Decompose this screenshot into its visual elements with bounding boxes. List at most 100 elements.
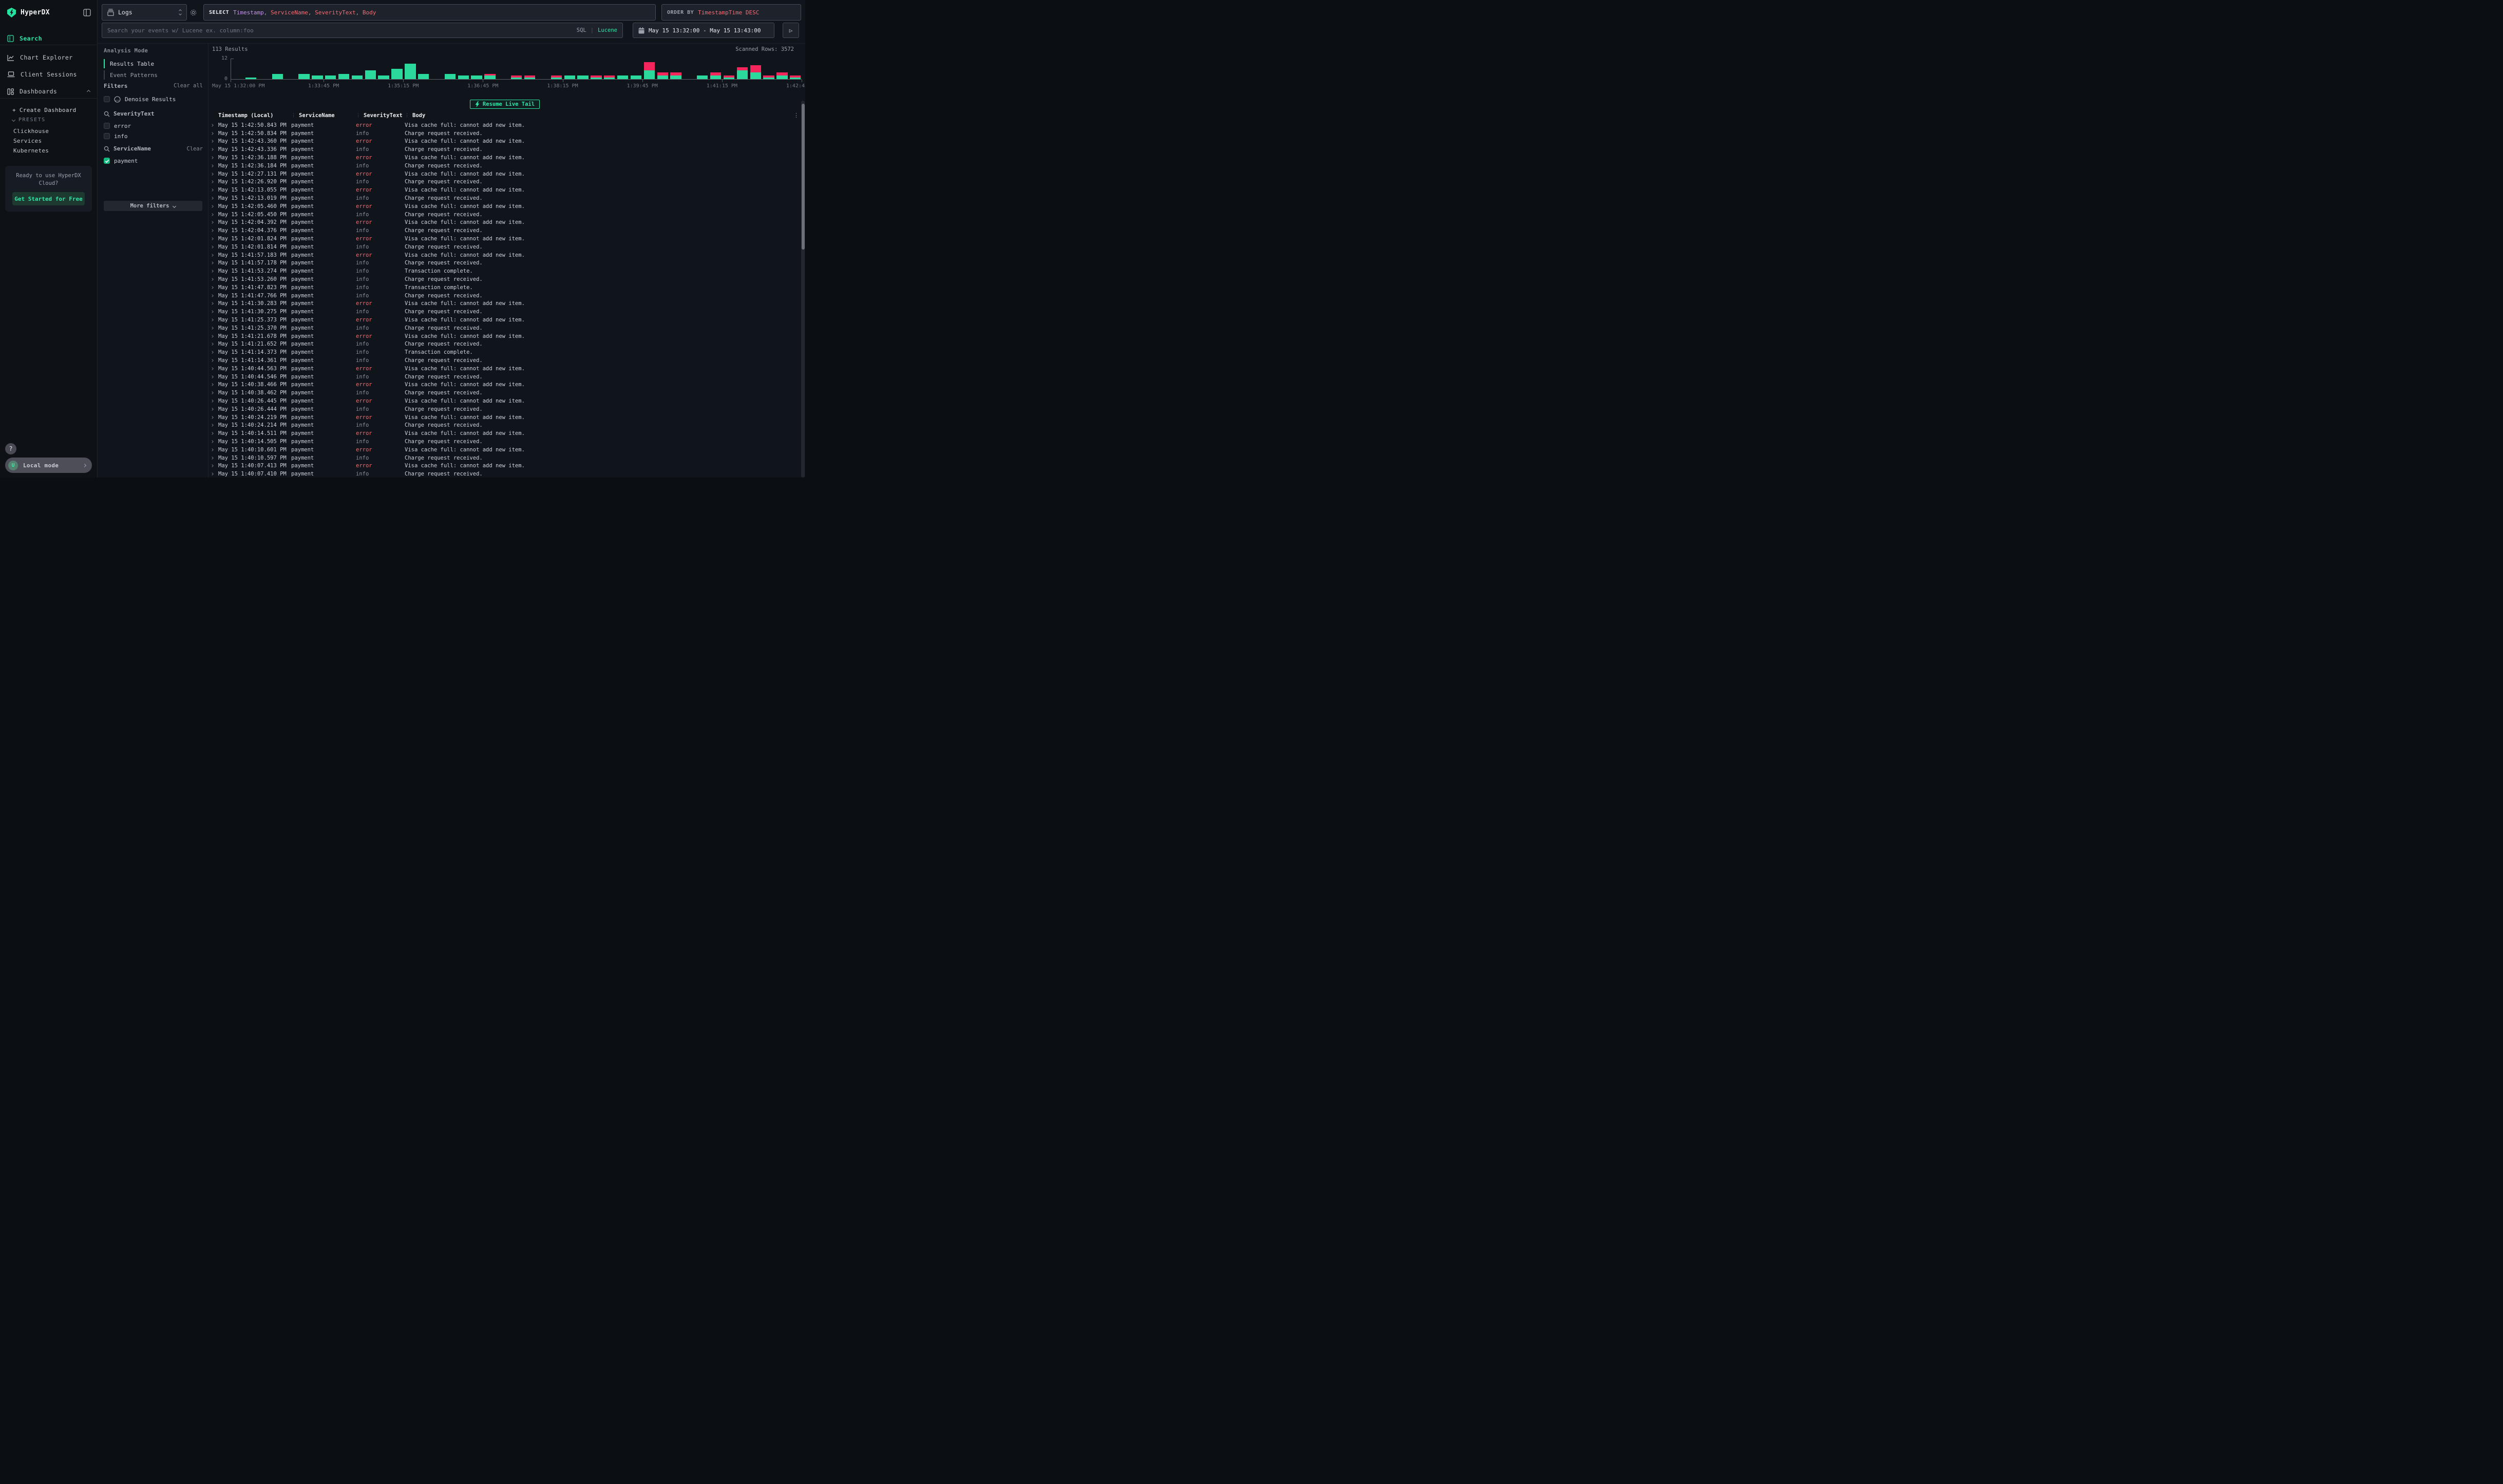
clear-all-button[interactable]: Clear all [174,83,203,89]
row-expand-icon[interactable] [211,205,214,208]
table-row[interactable]: May 15 1:42:13.055 PMpaymenterrorVisa ca… [210,186,795,194]
table-row[interactable]: May 15 1:42:50.843 PMpaymenterrorVisa ca… [210,121,795,129]
histogram-bar[interactable] [644,62,655,79]
row-expand-icon[interactable] [211,245,214,249]
row-expand-icon[interactable] [211,262,214,265]
row-expand-icon[interactable] [211,456,214,460]
histogram-bar[interactable] [312,75,323,79]
row-expand-icon[interactable] [211,367,214,370]
row-expand-icon[interactable] [211,384,214,387]
presets-toggle[interactable]: PRESETS [0,115,97,124]
row-expand-icon[interactable] [211,472,214,475]
table-row[interactable]: May 15 1:40:14.505 PMpaymentinfoCharge r… [210,437,795,446]
sidebar-item-chart-explorer[interactable]: Chart Explorer [0,51,97,64]
table-row[interactable]: May 15 1:40:26.444 PMpaymentinfoCharge r… [210,405,795,413]
row-expand-icon[interactable] [211,416,214,419]
table-row[interactable]: May 15 1:41:47.823 PMpaymentinfoTransact… [210,283,795,292]
histogram-bar[interactable] [511,75,522,79]
table-row[interactable]: May 15 1:40:07.410 PMpaymentinfoCharge r… [210,470,795,478]
sidebar-collapse-icon[interactable] [83,9,91,16]
denoise-checkbox[interactable] [104,96,110,102]
histogram-bar[interactable] [378,75,389,79]
histogram-bar[interactable] [298,74,309,79]
time-range-picker[interactable]: May 15 13:32:00 - May 15 13:43:00 [633,23,774,38]
table-row[interactable]: May 15 1:42:05.450 PMpaymentinfoCharge r… [210,211,795,219]
table-row[interactable]: May 15 1:40:44.546 PMpaymentinfoCharge r… [210,373,795,381]
histogram-bar[interactable] [365,70,376,79]
table-row[interactable]: May 15 1:41:14.361 PMpaymentinfoCharge r… [210,356,795,365]
sidebar-item-client-sessions[interactable]: Client Sessions [0,68,97,81]
gear-icon[interactable] [189,9,197,18]
row-expand-icon[interactable] [211,132,214,135]
row-expand-icon[interactable] [211,254,214,257]
table-row[interactable]: May 15 1:41:30.283 PMpaymenterrorVisa ca… [210,300,795,308]
table-row[interactable]: May 15 1:42:27.131 PMpaymenterrorVisa ca… [210,170,795,178]
table-row[interactable]: May 15 1:41:30.275 PMpaymentinfoCharge r… [210,308,795,316]
table-row[interactable]: May 15 1:41:57.178 PMpaymentinfoCharge r… [210,259,795,268]
histogram-bar[interactable] [338,74,349,79]
row-expand-icon[interactable] [211,408,214,411]
histogram-bar[interactable] [352,75,363,79]
row-expand-icon[interactable] [211,343,214,346]
denoise-checkbox-row[interactable]: Denoise Results [104,95,176,103]
col-drag-handle[interactable]: ⋮ [405,113,409,118]
row-expand-icon[interactable] [211,399,214,403]
table-row[interactable]: May 15 1:42:04.392 PMpaymenterrorVisa ca… [210,219,795,227]
row-expand-icon[interactable] [211,270,214,273]
histogram-bar[interactable] [551,75,562,79]
table-row[interactable]: May 15 1:41:25.373 PMpaymenterrorVisa ca… [210,316,795,324]
histogram-bar[interactable] [405,64,415,79]
histogram-bar[interactable] [631,75,641,79]
row-expand-icon[interactable] [211,173,214,176]
row-expand-icon[interactable] [211,221,214,224]
histogram-bar[interactable] [471,75,482,79]
histogram-bar[interactable] [591,75,601,79]
row-expand-icon[interactable] [211,432,214,435]
sidebar-item-search[interactable]: Search [0,32,97,45]
table-row[interactable]: May 15 1:40:10.597 PMpaymentinfoCharge r… [210,454,795,462]
sidebar-preset-item[interactable]: Clickhouse [0,126,97,136]
results-histogram[interactable]: 12 0 May 15 1:32:00 PM1:33:45 PM1:35:15 … [208,53,805,90]
search-input[interactable]: Search your events w/ Lucene ex. column:… [102,23,623,38]
more-filters-button[interactable]: More filters [104,201,202,211]
histogram-bar[interactable] [325,75,336,79]
table-row[interactable]: May 15 1:42:05.460 PMpaymenterrorVisa ca… [210,202,795,211]
row-expand-icon[interactable] [211,327,214,330]
histogram-bar[interactable] [564,75,575,79]
row-expand-icon[interactable] [211,140,214,143]
lucene-toggle[interactable]: Lucene [598,27,617,33]
scrollbar-thumb[interactable] [802,104,805,250]
row-expand-icon[interactable] [211,294,214,297]
error-checkbox[interactable] [104,123,110,129]
row-expand-icon[interactable] [211,310,214,313]
table-row[interactable]: May 15 1:41:53.274 PMpaymentinfoTransact… [210,267,795,275]
table-row[interactable]: May 15 1:42:43.336 PMpaymentinfoCharge r… [210,145,795,154]
scrollbar[interactable] [801,101,805,478]
table-row[interactable]: May 15 1:41:57.183 PMpaymenterrorVisa ca… [210,251,795,259]
sidebar-preset-item[interactable]: Kubernetes [0,146,97,155]
histogram-bar[interactable] [670,72,681,79]
row-expand-icon[interactable] [211,391,214,394]
histogram-bar[interactable] [617,75,628,79]
table-row[interactable]: May 15 1:40:44.563 PMpaymenterrorVisa ca… [210,365,795,373]
table-row[interactable]: May 15 1:40:38.462 PMpaymentinfoCharge r… [210,389,795,397]
create-dashboard-button[interactable]: + Create Dashboard [0,105,97,115]
table-row[interactable]: May 15 1:41:14.373 PMpaymentinfoTransact… [210,348,795,356]
histogram-bar[interactable] [763,75,774,79]
histogram-bar[interactable] [724,75,734,79]
run-query-button[interactable]: ▷ [783,23,799,38]
filter-option-info[interactable]: info [104,132,128,140]
table-row[interactable]: May 15 1:42:01.824 PMpaymenterrorVisa ca… [210,235,795,243]
histogram-bar[interactable] [657,72,668,79]
row-expand-icon[interactable] [211,278,214,281]
table-row[interactable]: May 15 1:41:53.260 PMpaymentinfoCharge r… [210,275,795,283]
mode-event-patterns[interactable]: Event Patterns [104,69,201,81]
row-expand-icon[interactable] [211,359,214,362]
table-row[interactable]: May 15 1:42:13.019 PMpaymentinfoCharge r… [210,194,795,202]
table-row[interactable]: May 15 1:40:10.601 PMpaymenterrorVisa ca… [210,446,795,454]
table-row[interactable]: May 15 1:40:14.511 PMpaymenterrorVisa ca… [210,429,795,437]
row-expand-icon[interactable] [211,302,214,306]
histogram-bar[interactable] [484,74,495,79]
table-row[interactable]: May 15 1:42:26.920 PMpaymentinfoCharge r… [210,178,795,186]
info-checkbox[interactable] [104,133,110,139]
